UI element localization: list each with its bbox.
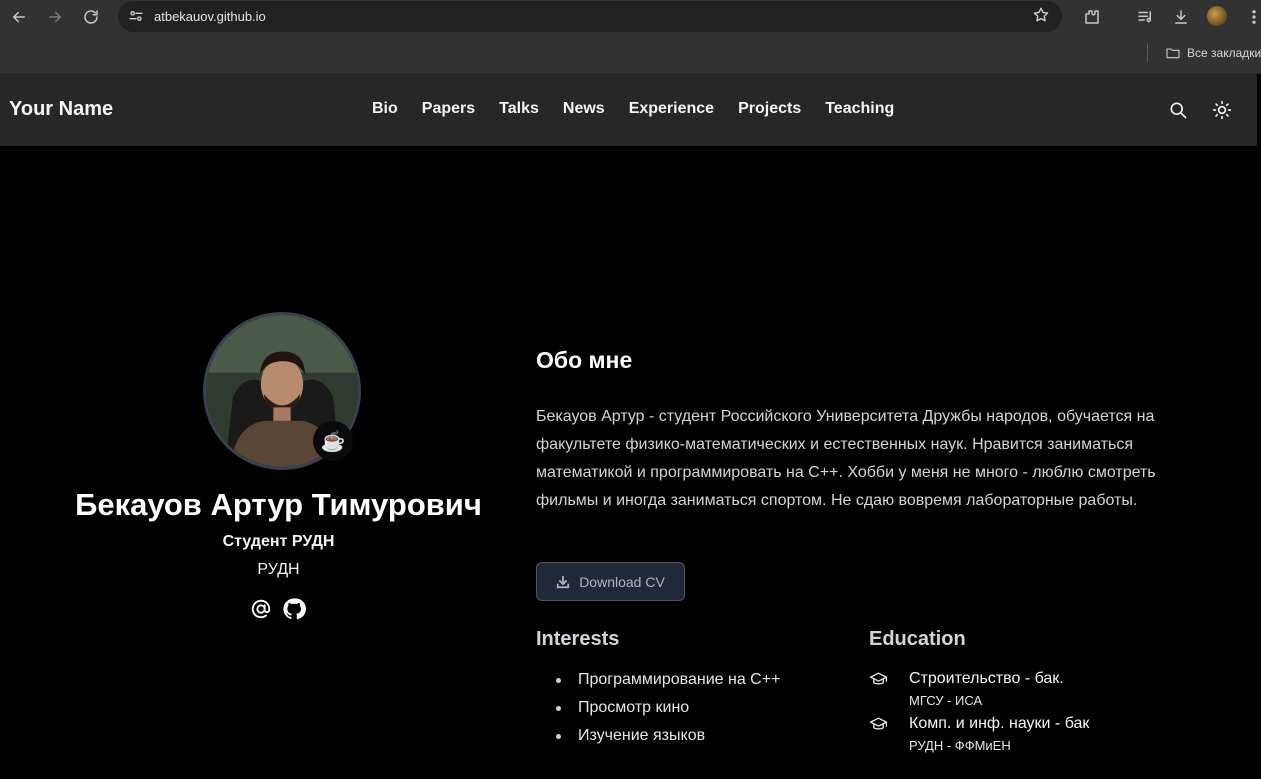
profile-organization: РУДН [257,561,300,578]
education-title: Education [869,628,966,650]
theme-toggle-sun-icon[interactable] [1211,99,1233,121]
education-institution: РУДН - ФФМиЕН [909,738,1011,753]
download-cv-button[interactable]: Download CV [536,562,685,601]
interests-title: Interests [536,628,620,650]
site-brand[interactable]: Your Name [9,98,113,121]
download-cv-label: Download CV [579,573,665,590]
education-degree: Строительство - бак. [909,670,1064,687]
download-icon [557,575,570,588]
all-bookmarks-button[interactable]: Все закладки [1165,44,1261,62]
education-item: Комп. и инф. науки - бак РУДН - ФФМиЕН [869,713,1089,757]
bookmark-star-icon[interactable] [1032,6,1052,26]
profile-avatar-icon[interactable] [1207,6,1227,26]
email-icon[interactable] [249,597,273,621]
education-item: Строительство - бак. МГСУ - ИСА [869,668,1064,712]
interest-item: Программирование на C++ [556,666,780,694]
downloads-icon[interactable] [1169,5,1193,29]
nav-link-experience[interactable]: Experience [629,100,714,118]
nav-link-bio[interactable]: Bio [372,100,398,118]
nav-link-projects[interactable]: Projects [738,100,801,118]
forward-icon[interactable] [43,5,67,29]
profile-role: Студент РУДН [222,533,335,550]
site-navbar: Your Name Bio Papers Talks News Experien… [0,74,1259,146]
site-settings-icon[interactable] [125,5,147,27]
interests-list: Программирование на C++ Просмотр кино Из… [556,666,780,750]
education-institution: МГСУ - ИСА [909,693,983,708]
nav-links: Bio Papers Talks News Experience Project… [372,100,894,118]
interest-item: Просмотр кино [556,694,780,722]
coffee-icon: ☕ [320,430,346,453]
status-badge: ☕ [313,421,353,461]
menu-dots-icon[interactable] [1242,5,1261,29]
media-control-icon[interactable] [1133,5,1157,29]
graduation-cap-icon [869,715,888,734]
folder-icon [1166,48,1180,59]
bookmarks-bar [0,34,1261,74]
all-bookmarks-label: Все закладки [1187,46,1261,60]
github-icon[interactable] [282,597,306,621]
profile-name: Бекауов Артур Тимурович [75,487,482,522]
browser-toolbar: atbekauov.github.io [0,0,1261,34]
about-text: Бекауов Артур - студент Российского Унив… [536,408,1156,509]
social-links [249,597,306,621]
nav-link-news[interactable]: News [563,100,605,118]
graduation-cap-icon [869,670,888,689]
nav-link-talks[interactable]: Talks [499,100,539,118]
about-title: Обо мне [536,347,633,373]
bookmarks-separator [1147,44,1148,62]
address-bar[interactable]: atbekauov.github.io [118,1,1062,32]
education-degree: Комп. и инф. науки - бак [909,715,1090,732]
url-text[interactable]: atbekauov.github.io [154,9,266,24]
back-icon[interactable] [7,5,31,29]
extensions-icon[interactable] [1080,5,1104,29]
reload-icon[interactable] [79,5,103,29]
nav-link-teaching[interactable]: Teaching [825,100,894,118]
search-icon[interactable] [1167,99,1189,121]
nav-link-papers[interactable]: Papers [422,100,475,118]
interest-item: Изучение языков [556,722,780,750]
